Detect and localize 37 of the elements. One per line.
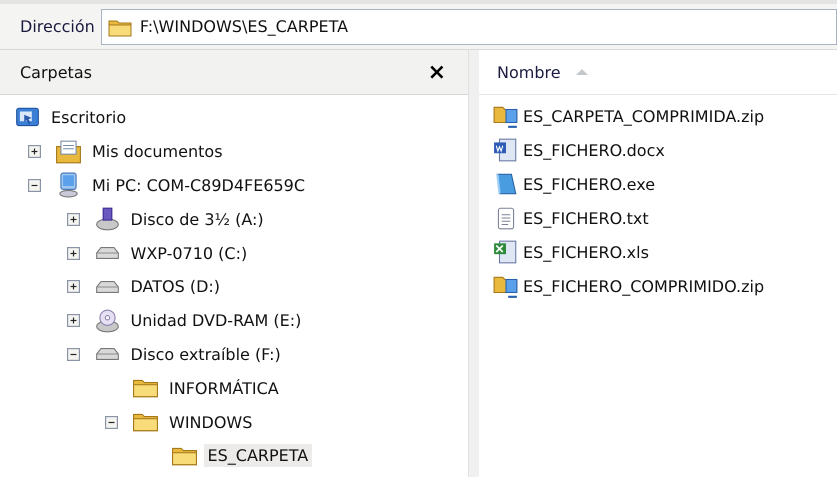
file-name[interactable]: ES_FICHERO.txt xyxy=(523,208,649,228)
floppy-icon xyxy=(94,206,120,232)
expand-toggle-icon[interactable] xyxy=(66,212,80,226)
word-file-icon xyxy=(493,137,519,163)
file-name[interactable]: ES_FICHERO_COMPRIMIDO.zip xyxy=(523,276,764,296)
tree-item[interactable]: INFORMÁTICA xyxy=(165,376,283,400)
documents-icon xyxy=(55,138,82,165)
sort-arrow-icon xyxy=(574,68,589,76)
tree-item[interactable]: Disco extraíble (F:) xyxy=(126,342,285,366)
expand-toggle-icon[interactable] xyxy=(66,246,80,260)
tree-item[interactable]: DATOS (D:) xyxy=(126,275,224,298)
dvd-icon xyxy=(94,308,120,334)
file-name[interactable]: ES_FICHERO.exe xyxy=(523,174,656,194)
pane-title: Carpetas xyxy=(20,62,92,82)
expand-toggle-icon[interactable] xyxy=(66,314,80,328)
file-name[interactable]: ES_CARPETA_COMPRIMIDA.zip xyxy=(523,106,764,126)
tree-item[interactable]: Disco de 3½ (A:) xyxy=(126,208,268,231)
tree-item[interactable]: WXP-0710 (C:) xyxy=(126,242,252,265)
file-name[interactable]: ES_FICHERO.docx xyxy=(523,140,665,160)
tree-item[interactable]: Escritorio xyxy=(47,106,130,130)
expand-toggle-icon[interactable] xyxy=(66,280,80,294)
close-button[interactable]: × xyxy=(424,60,450,84)
file-name[interactable]: ES_FICHERO.xls xyxy=(523,242,649,262)
expand-toggle-icon[interactable] xyxy=(105,416,118,429)
tree-item[interactable]: ES_CARPETA xyxy=(204,444,312,468)
tree-item[interactable]: Unidad DVD-RAM (E:) xyxy=(126,309,306,332)
address-value: F:\WINDOWS\ES_CARPETA xyxy=(140,17,348,36)
tree-item[interactable]: Mi PC: COM-C89D4FE659C xyxy=(88,174,310,197)
tree-item[interactable]: WINDOWS xyxy=(165,410,256,434)
expand-toggle-icon[interactable] xyxy=(28,178,41,192)
address-label: Dirección xyxy=(19,17,96,36)
tree-item[interactable]: Mis documentos xyxy=(88,140,227,164)
expand-toggle-icon[interactable] xyxy=(28,145,41,158)
column-header[interactable]: Nombre xyxy=(479,50,837,95)
address-field[interactable]: F:\WINDOWS\ES_CARPETA xyxy=(100,8,837,44)
excel-file-icon xyxy=(493,239,519,265)
expand-toggle-icon[interactable] xyxy=(66,348,80,361)
